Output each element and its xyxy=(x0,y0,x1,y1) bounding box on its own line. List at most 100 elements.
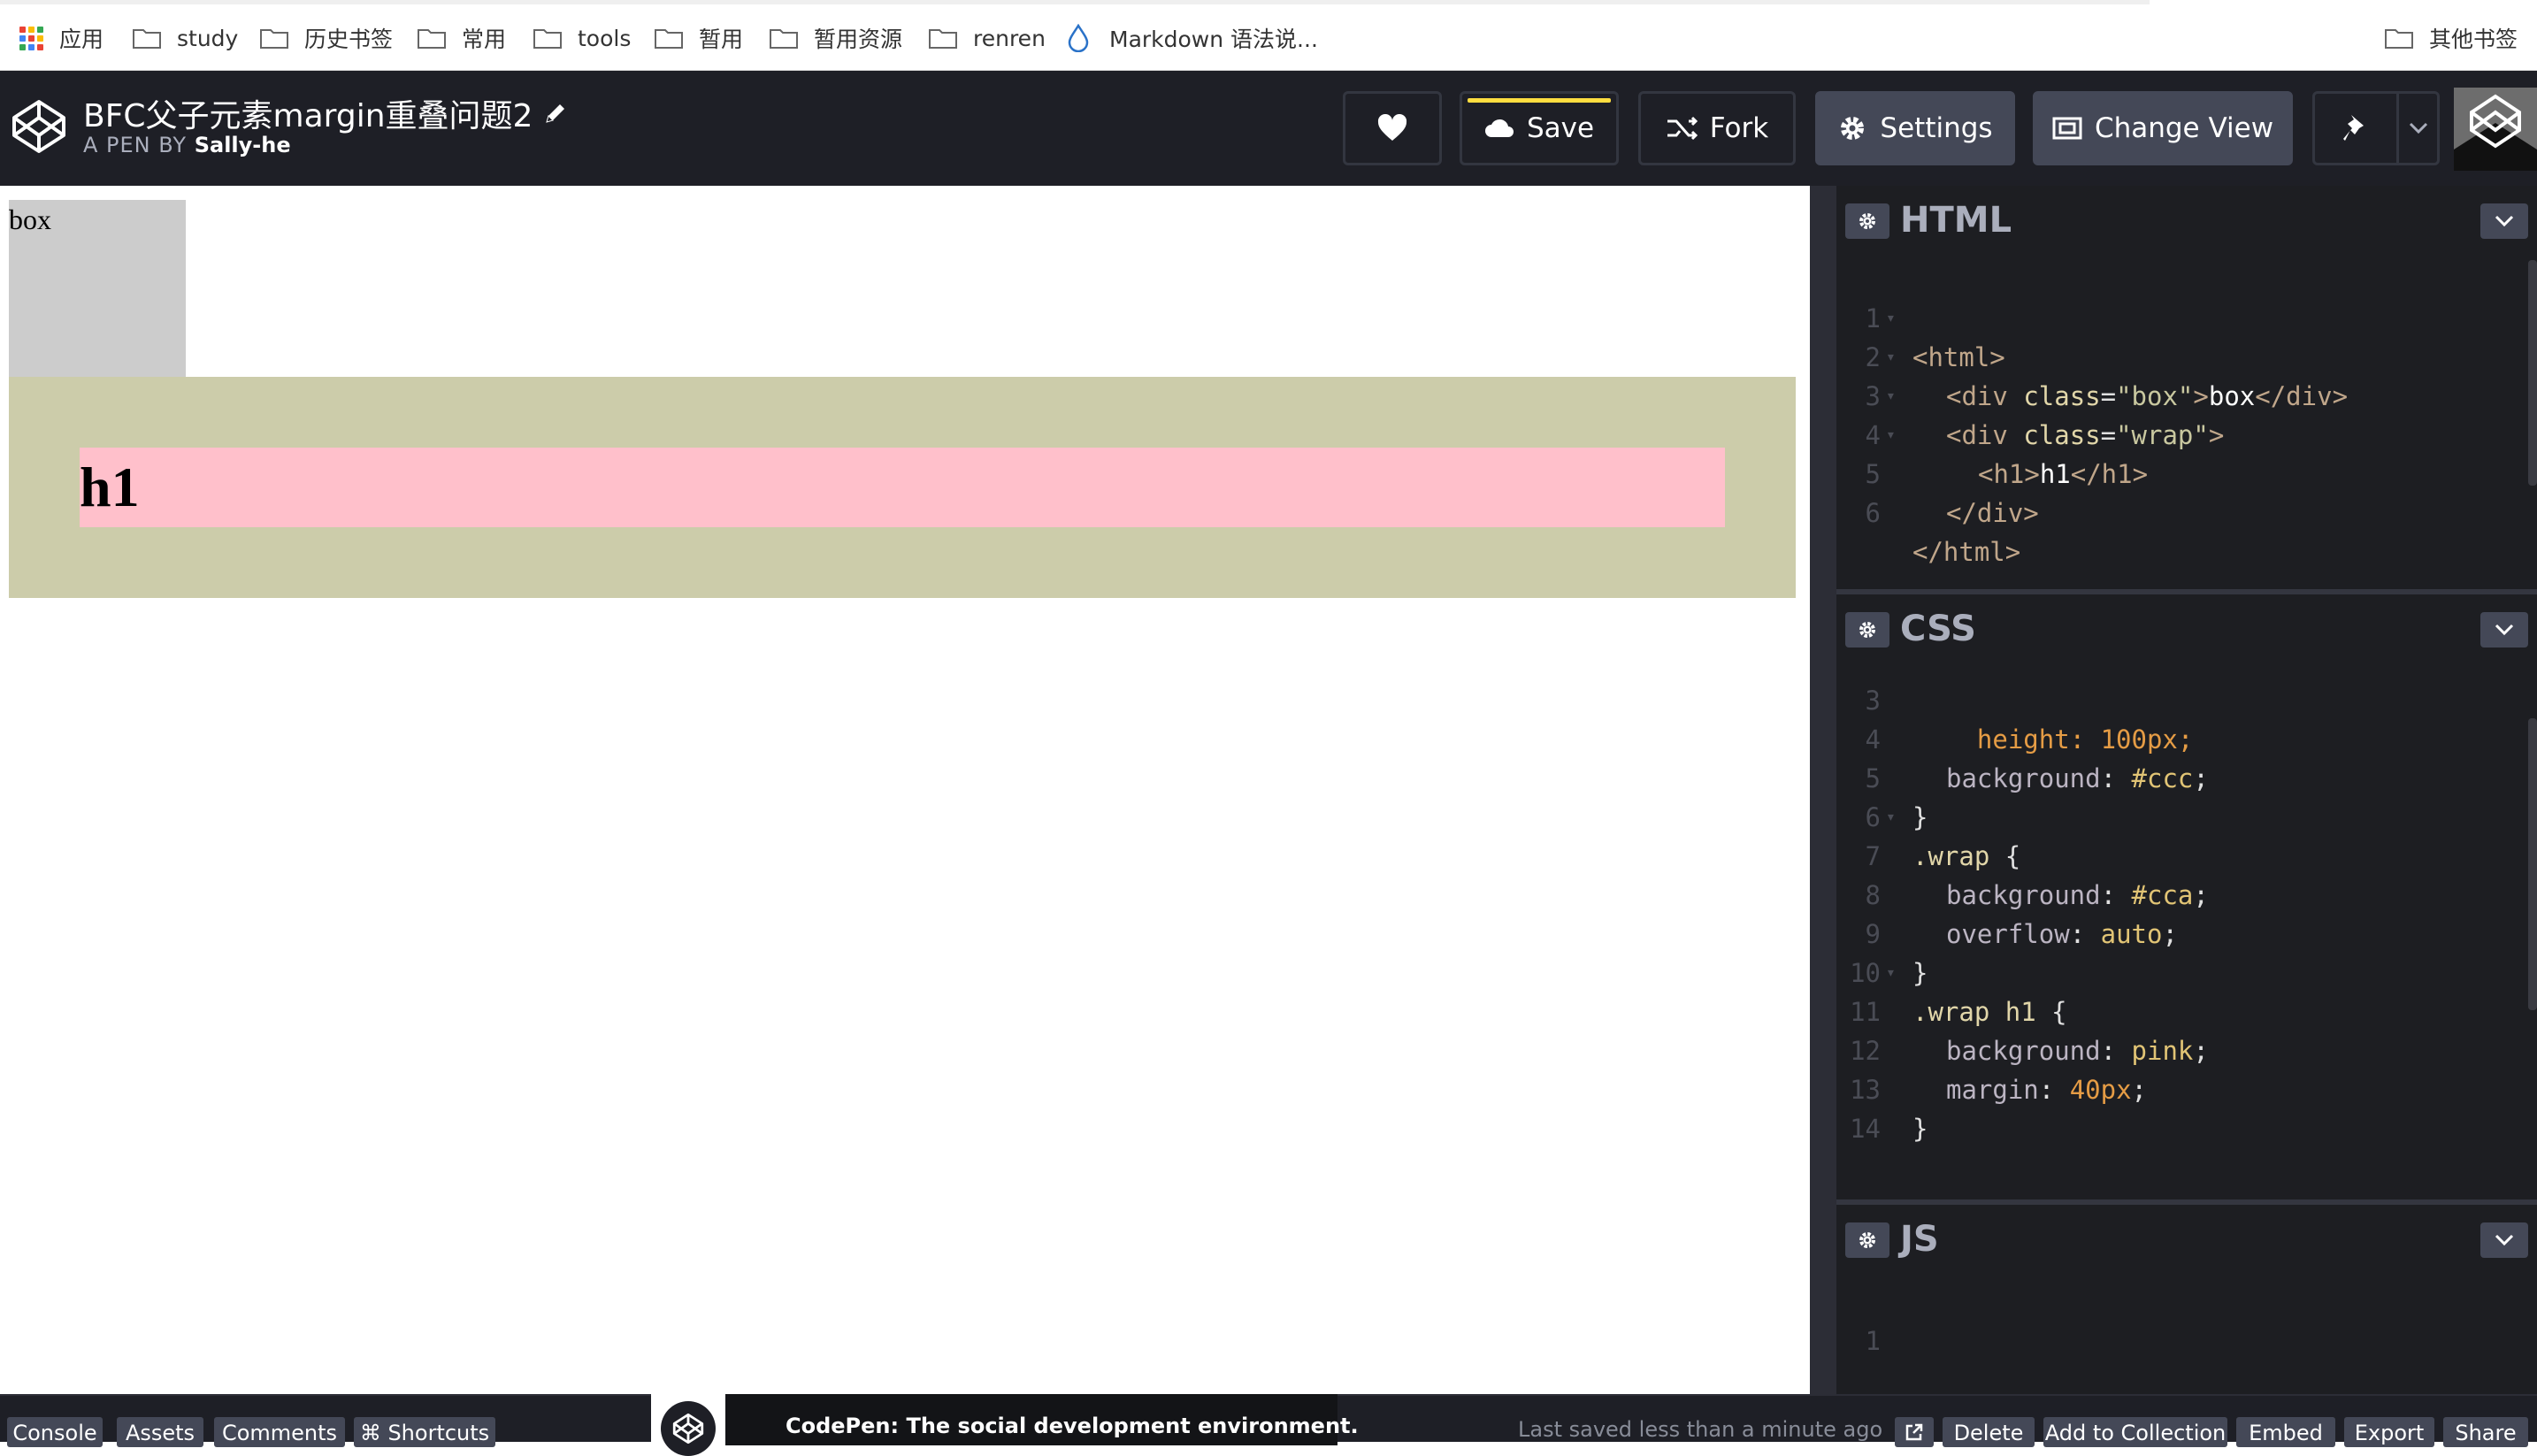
bookmark-label: 暂用资源 xyxy=(814,27,903,52)
save-button[interactable]: Save xyxy=(1460,91,1619,165)
promo-logo xyxy=(651,1394,725,1456)
heart-icon xyxy=(1377,114,1407,141)
bookmark-tools[interactable]: tools xyxy=(533,23,631,53)
bookmark-history[interactable]: 历史书签 xyxy=(260,23,393,53)
bookmark-label: tools xyxy=(578,25,632,51)
chevron-down-icon xyxy=(2409,122,2427,134)
folder-icon xyxy=(2385,29,2413,49)
html-code-editor[interactable]: 1 ▾ <html> 2 ▾ <div class="box">box</div> … xyxy=(1836,260,2537,587)
code-line: 8 overflow: auto; xyxy=(1836,837,2509,949)
code-token: </html> xyxy=(1912,537,2021,567)
folder-icon xyxy=(929,29,957,49)
preview-wrap: h1 xyxy=(9,377,1796,598)
code-line: 7 background: #cca; xyxy=(1836,798,2509,910)
code-line: 2 ▾ <div class="box">box</div> xyxy=(1836,299,2509,411)
pin-menu-button[interactable] xyxy=(2312,91,2440,165)
shortcuts-button[interactable]: ⌘ Shortcuts xyxy=(354,1417,495,1447)
bookmark-label: renren xyxy=(973,25,1046,51)
bookmark-apps[interactable]: 应用 xyxy=(19,23,103,53)
html-editor-header: HTML xyxy=(1836,186,2537,257)
bookmark-label: 常用 xyxy=(462,27,507,52)
bookmark-study[interactable]: study xyxy=(133,23,238,53)
bookmark-renren[interactable]: renren xyxy=(929,23,1046,53)
bookmark-common[interactable]: 常用 xyxy=(418,23,506,53)
open-external-button[interactable] xyxy=(1895,1417,1934,1447)
drop-icon xyxy=(1068,24,1089,52)
pin-button[interactable] xyxy=(2315,94,2399,163)
bookmark-other-label: 其他书签 xyxy=(2429,27,2518,52)
add-to-collection-button[interactable]: Add to Collection xyxy=(2043,1417,2227,1447)
css-settings-button[interactable] xyxy=(1845,612,1889,648)
pin-dropdown[interactable] xyxy=(2399,122,2437,134)
settings-label: Settings xyxy=(1880,112,1993,144)
line-number: 1 xyxy=(1865,1326,1881,1356)
code-line: 4 background: #ccc; xyxy=(1836,681,2509,793)
avatar-image xyxy=(2454,88,2537,171)
fork-label: Fork xyxy=(1709,112,1769,144)
bookmark-temp[interactable]: 暂用 xyxy=(655,23,743,53)
console-button[interactable]: Console xyxy=(7,1417,103,1447)
html-scrollbar[interactable] xyxy=(2528,260,2537,486)
css-editor-menu[interactable] xyxy=(2480,612,2528,648)
html-editor-menu[interactable] xyxy=(2480,203,2528,239)
assets-button[interactable]: Assets xyxy=(117,1417,203,1447)
share-button[interactable]: Share xyxy=(2443,1417,2528,1447)
code-line: 5 </div> xyxy=(1836,416,2509,528)
folder-icon xyxy=(770,29,798,49)
code-line: 12 margin: 40px; xyxy=(1836,992,2509,1105)
avatar[interactable] xyxy=(2454,88,2537,171)
unsaved-indicator xyxy=(1468,98,1611,103)
bookmark-label: Markdown 语法说... xyxy=(1109,27,1318,52)
line-number: 6 xyxy=(1865,498,1881,528)
chevron-down-icon xyxy=(2495,1234,2514,1246)
gear-icon xyxy=(1841,117,1865,140)
export-button[interactable]: Export xyxy=(2344,1417,2434,1447)
js-editor-menu[interactable] xyxy=(2480,1222,2528,1258)
save-label: Save xyxy=(1526,112,1595,144)
pen-byline: A PEN BY Sally-he xyxy=(83,133,291,157)
folder-icon xyxy=(133,29,161,49)
html-editor-title: HTML xyxy=(1900,200,2012,241)
author-link[interactable]: Sally-he xyxy=(195,133,291,157)
css-code-editor[interactable]: 3 height: 100px; 4 background: #ccc; 5 }… xyxy=(1836,660,2537,1208)
fork-button[interactable]: Fork xyxy=(1638,91,1796,165)
js-settings-button[interactable] xyxy=(1845,1222,1889,1258)
result-preview[interactable]: box h1 xyxy=(0,186,1810,1394)
js-editor-title: JS xyxy=(1900,1219,1939,1260)
pen-title-text: BFC父子元素margin重叠问题2 xyxy=(83,98,533,134)
js-code-editor[interactable]: 1 xyxy=(1836,1270,2537,1394)
address-bar-edge xyxy=(0,0,2150,4)
code-line: 13 } xyxy=(1836,1031,2509,1144)
css-scrollbar[interactable] xyxy=(2528,718,2537,1010)
fork-icon xyxy=(1667,116,1698,141)
preview-editor-resizer[interactable] xyxy=(1810,186,1836,1394)
bookmark-temp-resources[interactable]: 暂用资源 xyxy=(770,23,902,53)
pen-title[interactable]: BFC父子元素margin重叠问题2 xyxy=(83,90,568,136)
bookmark-other[interactable]: 其他书签 xyxy=(2385,23,2518,53)
codepen-logo-icon xyxy=(661,1401,716,1456)
folder-icon xyxy=(533,29,562,49)
delete-button[interactable]: Delete xyxy=(1943,1417,2035,1447)
bookmark-label: 暂用 xyxy=(699,27,744,52)
code-line: 4 ▾ <h1>h1</h1> xyxy=(1836,377,2509,489)
pencil-icon[interactable] xyxy=(543,101,568,126)
html-settings-button[interactable] xyxy=(1845,203,1889,239)
bookmark-markdown[interactable]: Markdown 语法说... xyxy=(1067,23,1318,53)
gear-icon xyxy=(1859,213,1875,229)
change-view-button[interactable]: Change View xyxy=(2033,91,2293,165)
code-line: 9 } xyxy=(1836,876,2509,988)
code-line: 6 ▾ .wrap { xyxy=(1836,759,2509,871)
folder-icon xyxy=(655,29,683,49)
codepen-logo-icon[interactable] xyxy=(11,98,67,155)
code-line: 3 ▾ <div class="wrap"> xyxy=(1836,338,2509,450)
heart-button[interactable] xyxy=(1343,91,1442,165)
settings-button[interactable]: Settings xyxy=(1815,91,2015,165)
line-number: 14 xyxy=(1850,1114,1881,1144)
chevron-down-icon xyxy=(2495,624,2514,636)
promo-banner[interactable]: CodePen: The social development environm… xyxy=(651,1394,1359,1456)
embed-button[interactable]: Embed xyxy=(2236,1417,2335,1447)
comments-button[interactable]: Comments xyxy=(214,1417,345,1447)
code-line: 10 ▾ .wrap h1 { xyxy=(1836,915,2509,1027)
js-editor-header: JS xyxy=(1836,1199,2537,1270)
code-token: </div> xyxy=(1946,498,2039,528)
